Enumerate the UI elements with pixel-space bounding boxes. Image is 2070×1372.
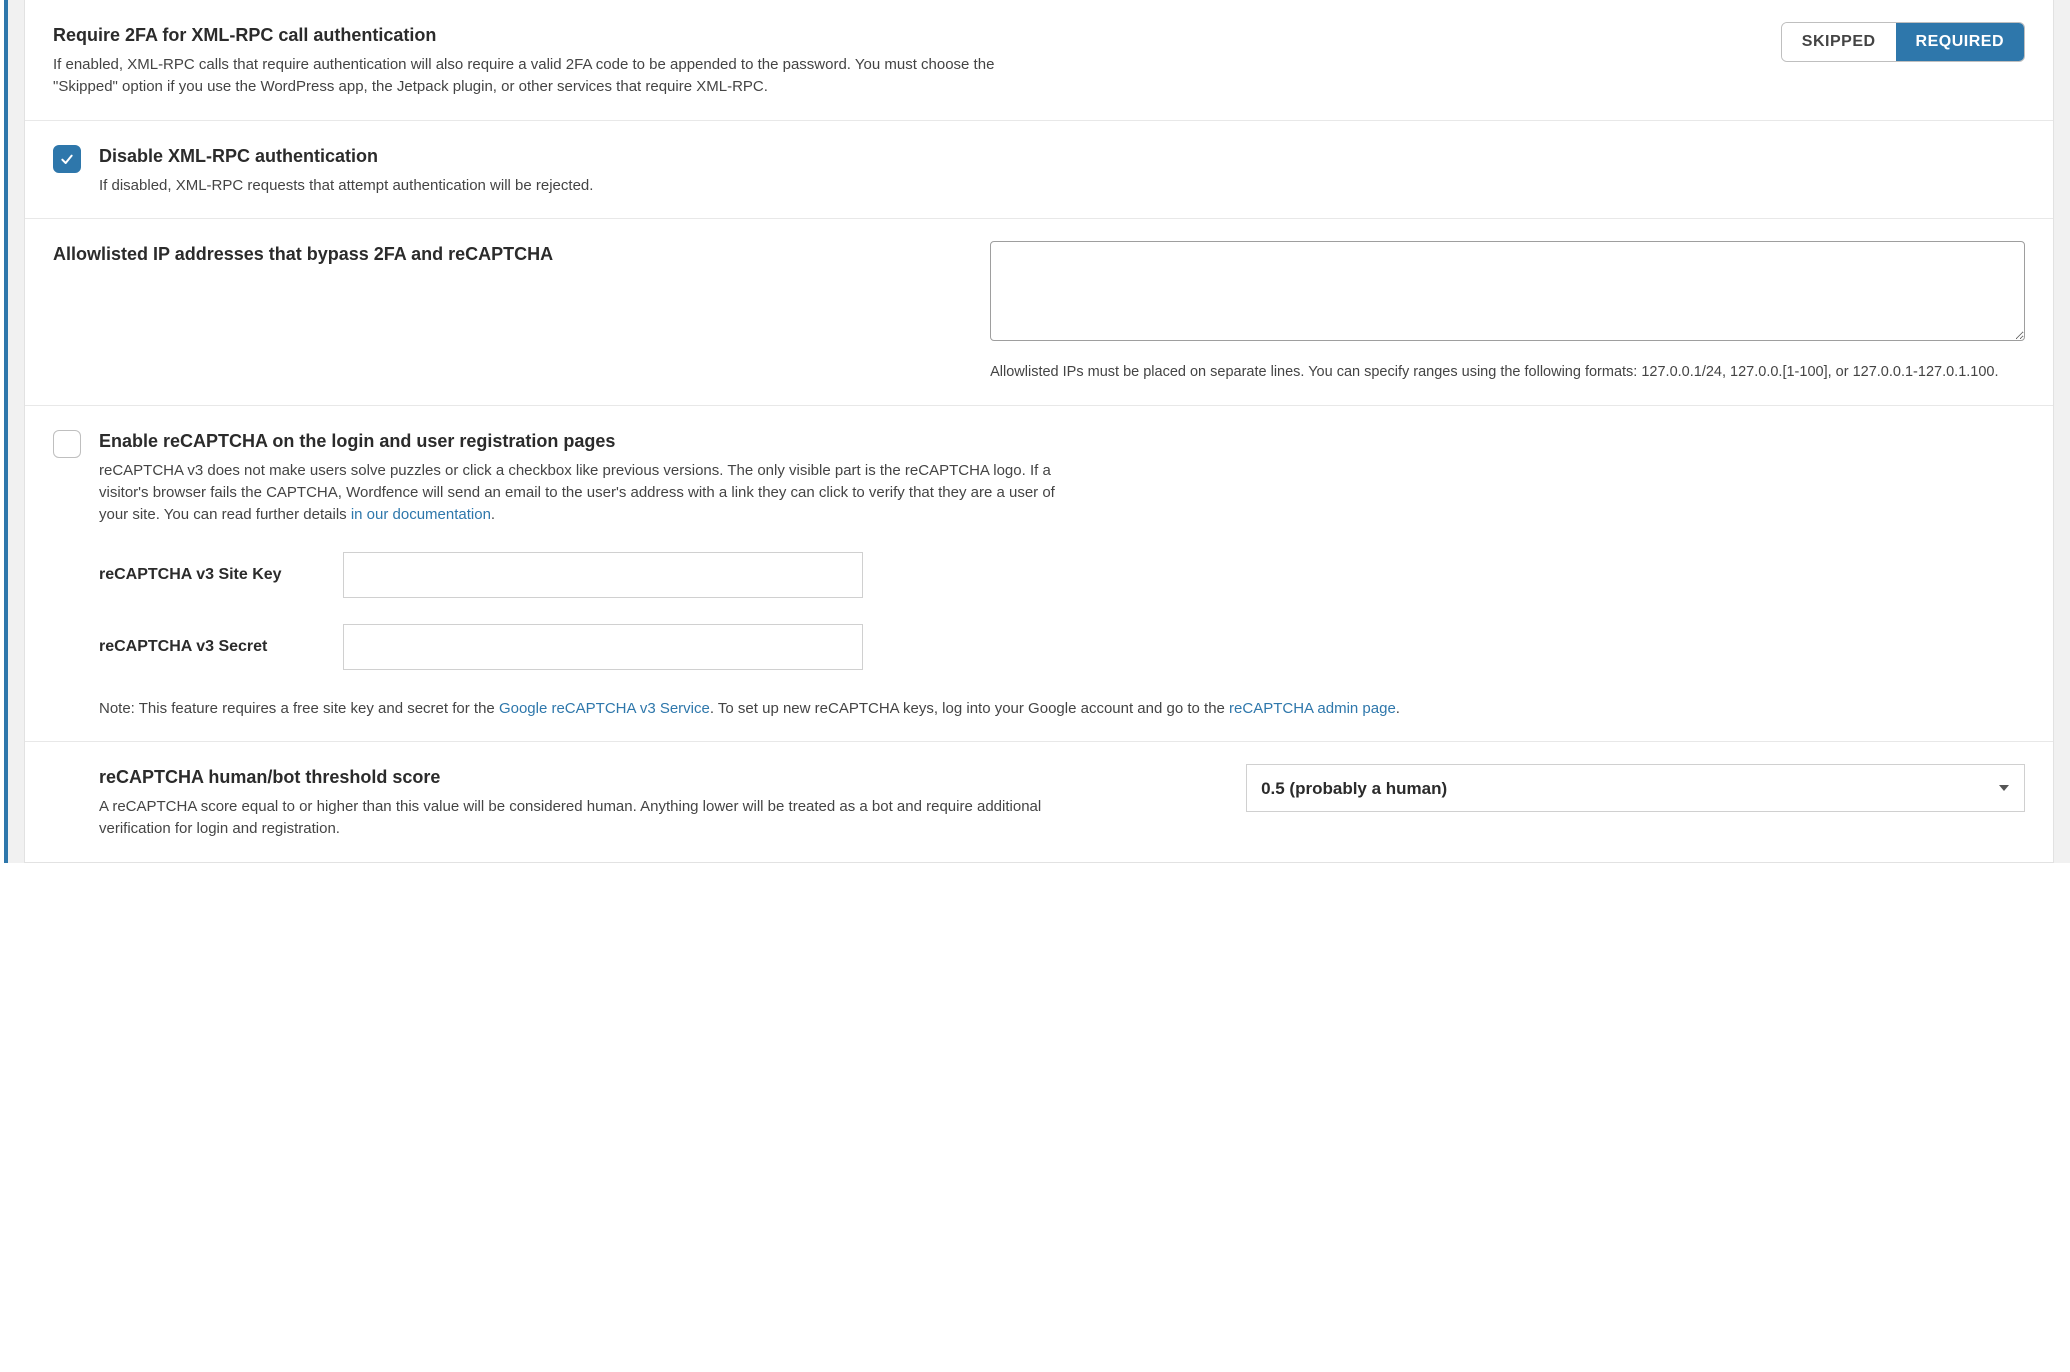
- threshold-section: reCAPTCHA human/bot threshold score A re…: [25, 741, 2053, 862]
- allowlist-title: Allowlisted IP addresses that bypass 2FA…: [53, 241, 960, 267]
- require-2fa-xmlrpc-section: Require 2FA for XML-RPC call authenticat…: [25, 0, 2053, 120]
- site-key-row: reCAPTCHA v3 Site Key: [99, 552, 2025, 598]
- secret-row: reCAPTCHA v3 Secret: [99, 624, 2025, 670]
- threshold-select-wrap: 0.5 (probably a human): [1246, 764, 2025, 812]
- require-2fa-xmlrpc-desc: If enabled, XML-RPC calls that require a…: [53, 54, 1033, 98]
- recaptcha-enable-checkbox[interactable]: [53, 430, 81, 458]
- recaptcha-note: Note: This feature requires a free site …: [99, 698, 2025, 720]
- recaptcha-service-link[interactable]: Google reCAPTCHA v3 Service: [499, 700, 710, 717]
- xmlrpc-2fa-skipped-option[interactable]: SKIPPED: [1782, 23, 1896, 61]
- allowlist-textarea[interactable]: [990, 241, 2025, 341]
- require-2fa-xmlrpc-title: Require 2FA for XML-RPC call authenticat…: [53, 22, 1763, 48]
- secret-label: reCAPTCHA v3 Secret: [99, 635, 319, 658]
- allowlist-section: Allowlisted IP addresses that bypass 2FA…: [25, 218, 2053, 405]
- site-key-label: reCAPTCHA v3 Site Key: [99, 563, 319, 586]
- threshold-select[interactable]: 0.5 (probably a human): [1246, 764, 2025, 812]
- allowlist-hint: Allowlisted IPs must be placed on separa…: [990, 362, 2025, 383]
- recaptcha-admin-link[interactable]: reCAPTCHA admin page: [1229, 700, 1396, 717]
- disable-xmlrpc-section: Disable XML-RPC authentication If disabl…: [25, 120, 2053, 219]
- recaptcha-enable-title: Enable reCAPTCHA on the login and user r…: [99, 428, 2025, 454]
- check-icon: [59, 151, 75, 167]
- recaptcha-docs-link[interactable]: in our documentation: [351, 506, 491, 523]
- disable-xmlrpc-title: Disable XML-RPC authentication: [99, 143, 2025, 169]
- disable-xmlrpc-checkbox[interactable]: [53, 145, 81, 173]
- recaptcha-enable-section: Enable reCAPTCHA on the login and user r…: [25, 405, 2053, 741]
- recaptcha-enable-desc: reCAPTCHA v3 does not make users solve p…: [99, 460, 1079, 525]
- secret-input[interactable]: [343, 624, 863, 670]
- xmlrpc-2fa-toggle[interactable]: SKIPPED REQUIRED: [1781, 22, 2025, 62]
- site-key-input[interactable]: [343, 552, 863, 598]
- disable-xmlrpc-desc: If disabled, XML-RPC requests that attem…: [99, 175, 1079, 197]
- xmlrpc-2fa-required-option[interactable]: REQUIRED: [1896, 23, 2024, 61]
- threshold-desc: A reCAPTCHA score equal to or higher tha…: [99, 796, 1079, 840]
- threshold-title: reCAPTCHA human/bot threshold score: [99, 764, 1216, 790]
